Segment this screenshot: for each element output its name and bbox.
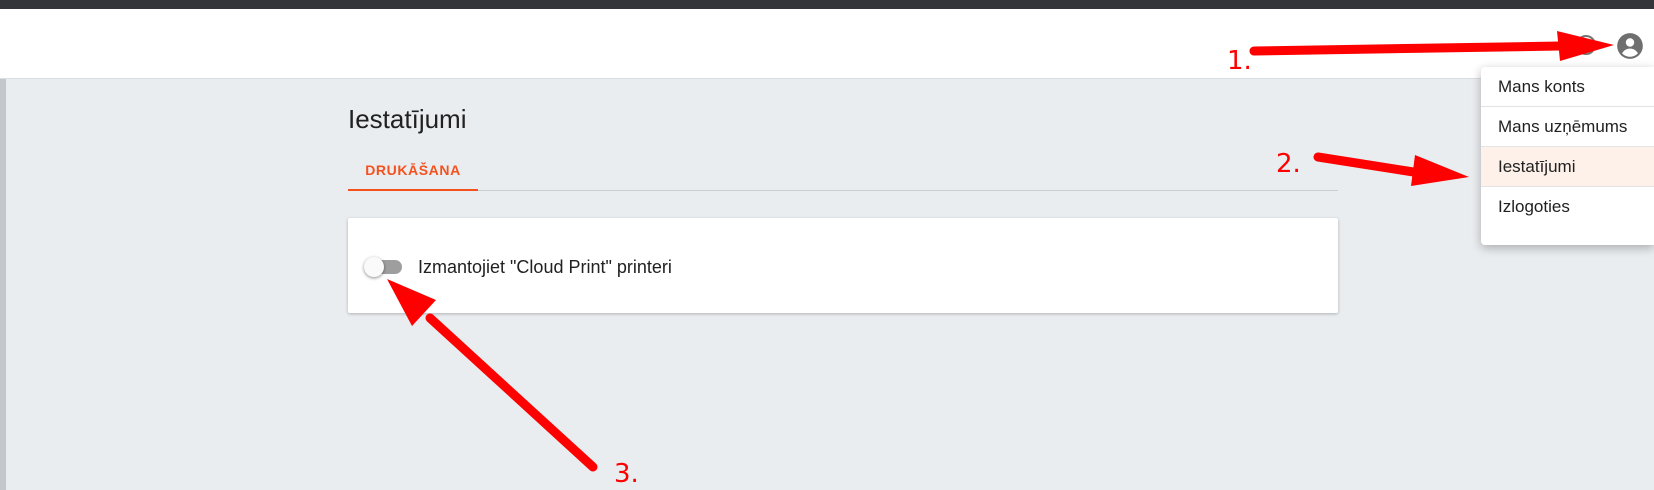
annotation-step-2: 2. [1276,149,1301,179]
arrow-2-head [1411,155,1469,186]
app-bar [0,9,1654,79]
browser-top-strip [0,0,1654,9]
help-icon[interactable] [1574,33,1598,57]
menu-item-logout[interactable]: Izlogoties [1481,187,1654,227]
menu-item-settings[interactable]: Iestatījumi [1481,147,1654,187]
tab-printing[interactable]: DRUKĀŠANA [348,150,478,191]
menu-item-my-account[interactable]: Mans konts [1481,67,1654,107]
left-edge-border [0,79,6,490]
account-circle-icon[interactable] [1616,32,1644,60]
page-title: Iestatījumi [348,104,467,134]
account-dropdown-menu: Mans konts Mans uzņēmums Iestatījumi Izl… [1481,67,1654,245]
cloud-print-toggle[interactable] [364,256,404,278]
annotation-step-3: 3. [614,459,639,489]
toggle-thumb [364,257,384,277]
arrow-3-shaft [425,313,598,472]
printing-settings-card: Izmantojiet "Cloud Print" printeri [348,218,1338,313]
settings-tabs: DRUKĀŠANA [348,150,1338,191]
annotation-step-1: 1. [1227,46,1252,76]
cloud-print-label: Izmantojiet "Cloud Print" printeri [418,257,672,277]
menu-item-my-company[interactable]: Mans uzņēmums [1481,107,1654,147]
